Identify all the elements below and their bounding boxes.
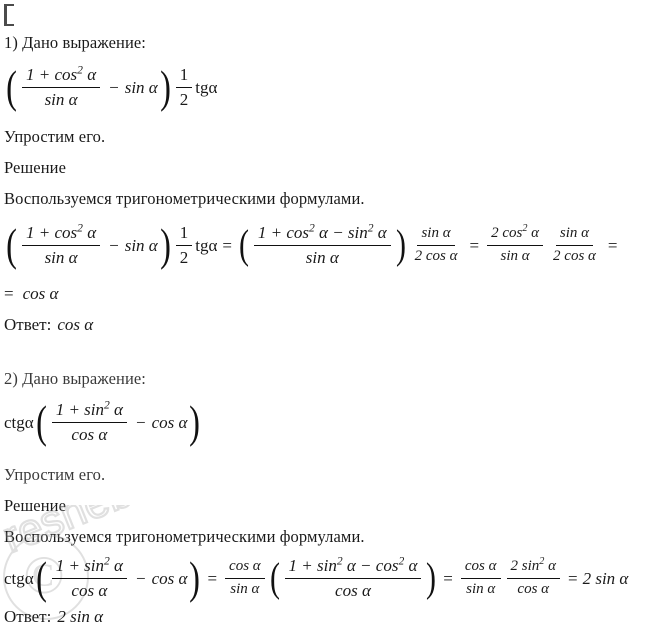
close-paren: )	[395, 222, 406, 269]
problem-2-heading: 2) Дано выражение:	[4, 369, 146, 388]
fraction-1-sin2-over-cos: 1 + sin2 α cos α	[51, 555, 127, 601]
fraction-denominator: cos α	[517, 581, 550, 598]
minus-sign: −	[135, 413, 146, 433]
problem-1-result-line: = cos α	[4, 285, 58, 302]
minus-sign: −	[109, 236, 119, 256]
fraction-expanded-numerator: 1 + sin2 α − cos2 α cos α	[284, 555, 422, 601]
fraction-1-sin2-over-cos: 1 + sin2 α cos α	[51, 399, 127, 445]
fraction-numerator: 2 sin2 α	[506, 557, 560, 580]
fraction-denominator: sin α	[466, 581, 496, 598]
coefficient-denominator: 2	[179, 248, 189, 268]
equals-sign-1: =	[222, 236, 232, 256]
equals-sign-2: =	[469, 236, 480, 256]
problem-1-answer: Ответ: cos α	[4, 316, 93, 333]
multiplier-denominator: 2 cos α	[414, 248, 458, 265]
answer-label: Ответ:	[4, 607, 52, 626]
problem-1-expression: ( 1 + cos2 α sin α − sin α ) 1 2 tgα	[4, 62, 218, 113]
document-page: 1) Дано выражение: ( 1 + cos2 α sin α − …	[0, 0, 650, 633]
fraction-denominator: sin α	[305, 248, 339, 268]
fraction-numerator: cos α	[460, 558, 501, 580]
fraction-numerator: 1 + cos2 α	[22, 64, 101, 89]
fraction-numerator: sin α	[555, 225, 594, 247]
fraction-1-cos2-over-sin: 1 + cos2 α sin α	[22, 222, 101, 268]
subtrahend-sin-alpha: sin α	[124, 236, 158, 256]
final-result: 2 sin α	[582, 569, 629, 589]
fraction-cos-over-sin: cos α sin α	[460, 558, 501, 598]
fraction-denominator: cos α	[71, 581, 108, 601]
equals-sign: =	[4, 284, 14, 303]
close-paren: )	[189, 553, 201, 604]
problem-2-expression: ctgα ( 1 + sin2 α cos α − cos α )	[4, 397, 202, 448]
problem-2-answer: Ответ: 2 sin α	[4, 608, 103, 625]
fraction-cos-over-sin: cos α sin α	[225, 558, 265, 598]
open-paren: (	[35, 553, 47, 604]
open-paren: (	[6, 62, 17, 113]
result-value: cos α	[22, 284, 59, 303]
close-paren: )	[426, 555, 437, 602]
open-paren: (	[269, 555, 280, 602]
fraction-denominator: cos α	[71, 425, 108, 445]
multiplier-numerator: sin α	[417, 225, 455, 247]
problem-1-instruction: Упростим его.	[4, 127, 106, 146]
fraction-denominator: cos α	[335, 581, 371, 601]
open-paren: (	[35, 397, 47, 448]
fraction-numerator: 1 + cos2 α	[22, 222, 101, 247]
problem-2-derivation: ctgα ( 1 + sin2 α cos α − cos α ) = cos …	[4, 553, 629, 604]
prefix-ctg-alpha: ctgα	[4, 413, 34, 433]
equals-sign-3: =	[607, 236, 618, 256]
close-paren: )	[159, 62, 171, 113]
problem-1-heading: 1) Дано выражение:	[4, 33, 146, 52]
minus-sign: −	[135, 569, 146, 589]
coefficient-denominator: 2	[179, 90, 189, 110]
problem-1-solution-label: Решение	[4, 158, 66, 177]
coefficient-numerator: 1	[175, 65, 193, 89]
fraction-numerator: 2 cos2 α	[487, 224, 544, 247]
problem-2-instruction: Упростим его.	[4, 465, 106, 484]
factor-tg-alpha: tgα	[195, 78, 218, 98]
fraction-denominator: sin α	[500, 248, 530, 265]
fraction-sin-over-2cos: sin α 2 cos α	[549, 225, 600, 265]
problem-1-derivation: ( 1 + cos2 α sin α − sin α ) 1 2 tgα = (…	[4, 220, 623, 271]
subtrahend-cos-alpha: cos α	[151, 569, 188, 589]
subtrahend-cos-alpha: cos α	[151, 413, 188, 433]
equals-sign-1: =	[207, 569, 218, 589]
problem-2-method-text: Воспользуемся тригонометрическими формул…	[4, 527, 365, 546]
close-paren: )	[159, 220, 171, 271]
coefficient-one-half: 1 2	[175, 65, 193, 110]
answer-value: cos α	[57, 315, 94, 334]
fraction-numerator: 1 + sin2 α − cos2 α	[284, 555, 422, 580]
fraction-numerator: 1 + sin2 α	[51, 399, 127, 424]
problem-1-method-text: Воспользуемся тригонометрическими формул…	[4, 189, 365, 208]
stray-glyph-artifact	[4, 4, 14, 26]
answer-label: Ответ:	[4, 315, 52, 334]
multiplier-sin-over-2cos: sin α 2 cos α	[411, 225, 462, 265]
coefficient-numerator: 1	[175, 223, 193, 247]
fraction-denominator: sin α	[44, 248, 78, 268]
open-paren: (	[238, 222, 249, 269]
fraction-numerator: 1 + sin2 α	[51, 555, 127, 580]
fraction-denominator: 2 cos α	[553, 248, 596, 265]
factor-tg-alpha: tgα	[195, 236, 218, 256]
minus-sign: −	[109, 78, 119, 98]
subtrahend-sin-alpha: sin α	[124, 78, 158, 98]
prefix-ctg-alpha: ctgα	[4, 569, 34, 589]
fraction-denominator: sin α	[230, 581, 260, 598]
coefficient-one-half: 1 2	[175, 223, 193, 268]
equals-sign-2: =	[443, 569, 453, 589]
problem-2-solution-label: Решение	[4, 496, 66, 515]
fraction-denominator: sin α	[44, 90, 78, 110]
fraction-1-cos2-over-sin: 1 + cos2 α sin α	[22, 64, 101, 110]
fraction-numerator: 1 + cos2 α − sin2 α	[253, 222, 391, 247]
open-paren: (	[6, 220, 17, 271]
fraction-2cos2-over-sin: 2 cos2 α sin α	[487, 224, 544, 265]
fraction-expanded-numerator: 1 + cos2 α − sin2 α sin α	[253, 222, 391, 268]
equals-sign-3: =	[567, 569, 578, 589]
fraction-numerator: cos α	[225, 558, 265, 580]
fraction-2sin2-over-cos: 2 sin2 α cos α	[506, 557, 560, 598]
answer-value: 2 sin α	[57, 607, 104, 626]
close-paren: )	[189, 397, 201, 448]
